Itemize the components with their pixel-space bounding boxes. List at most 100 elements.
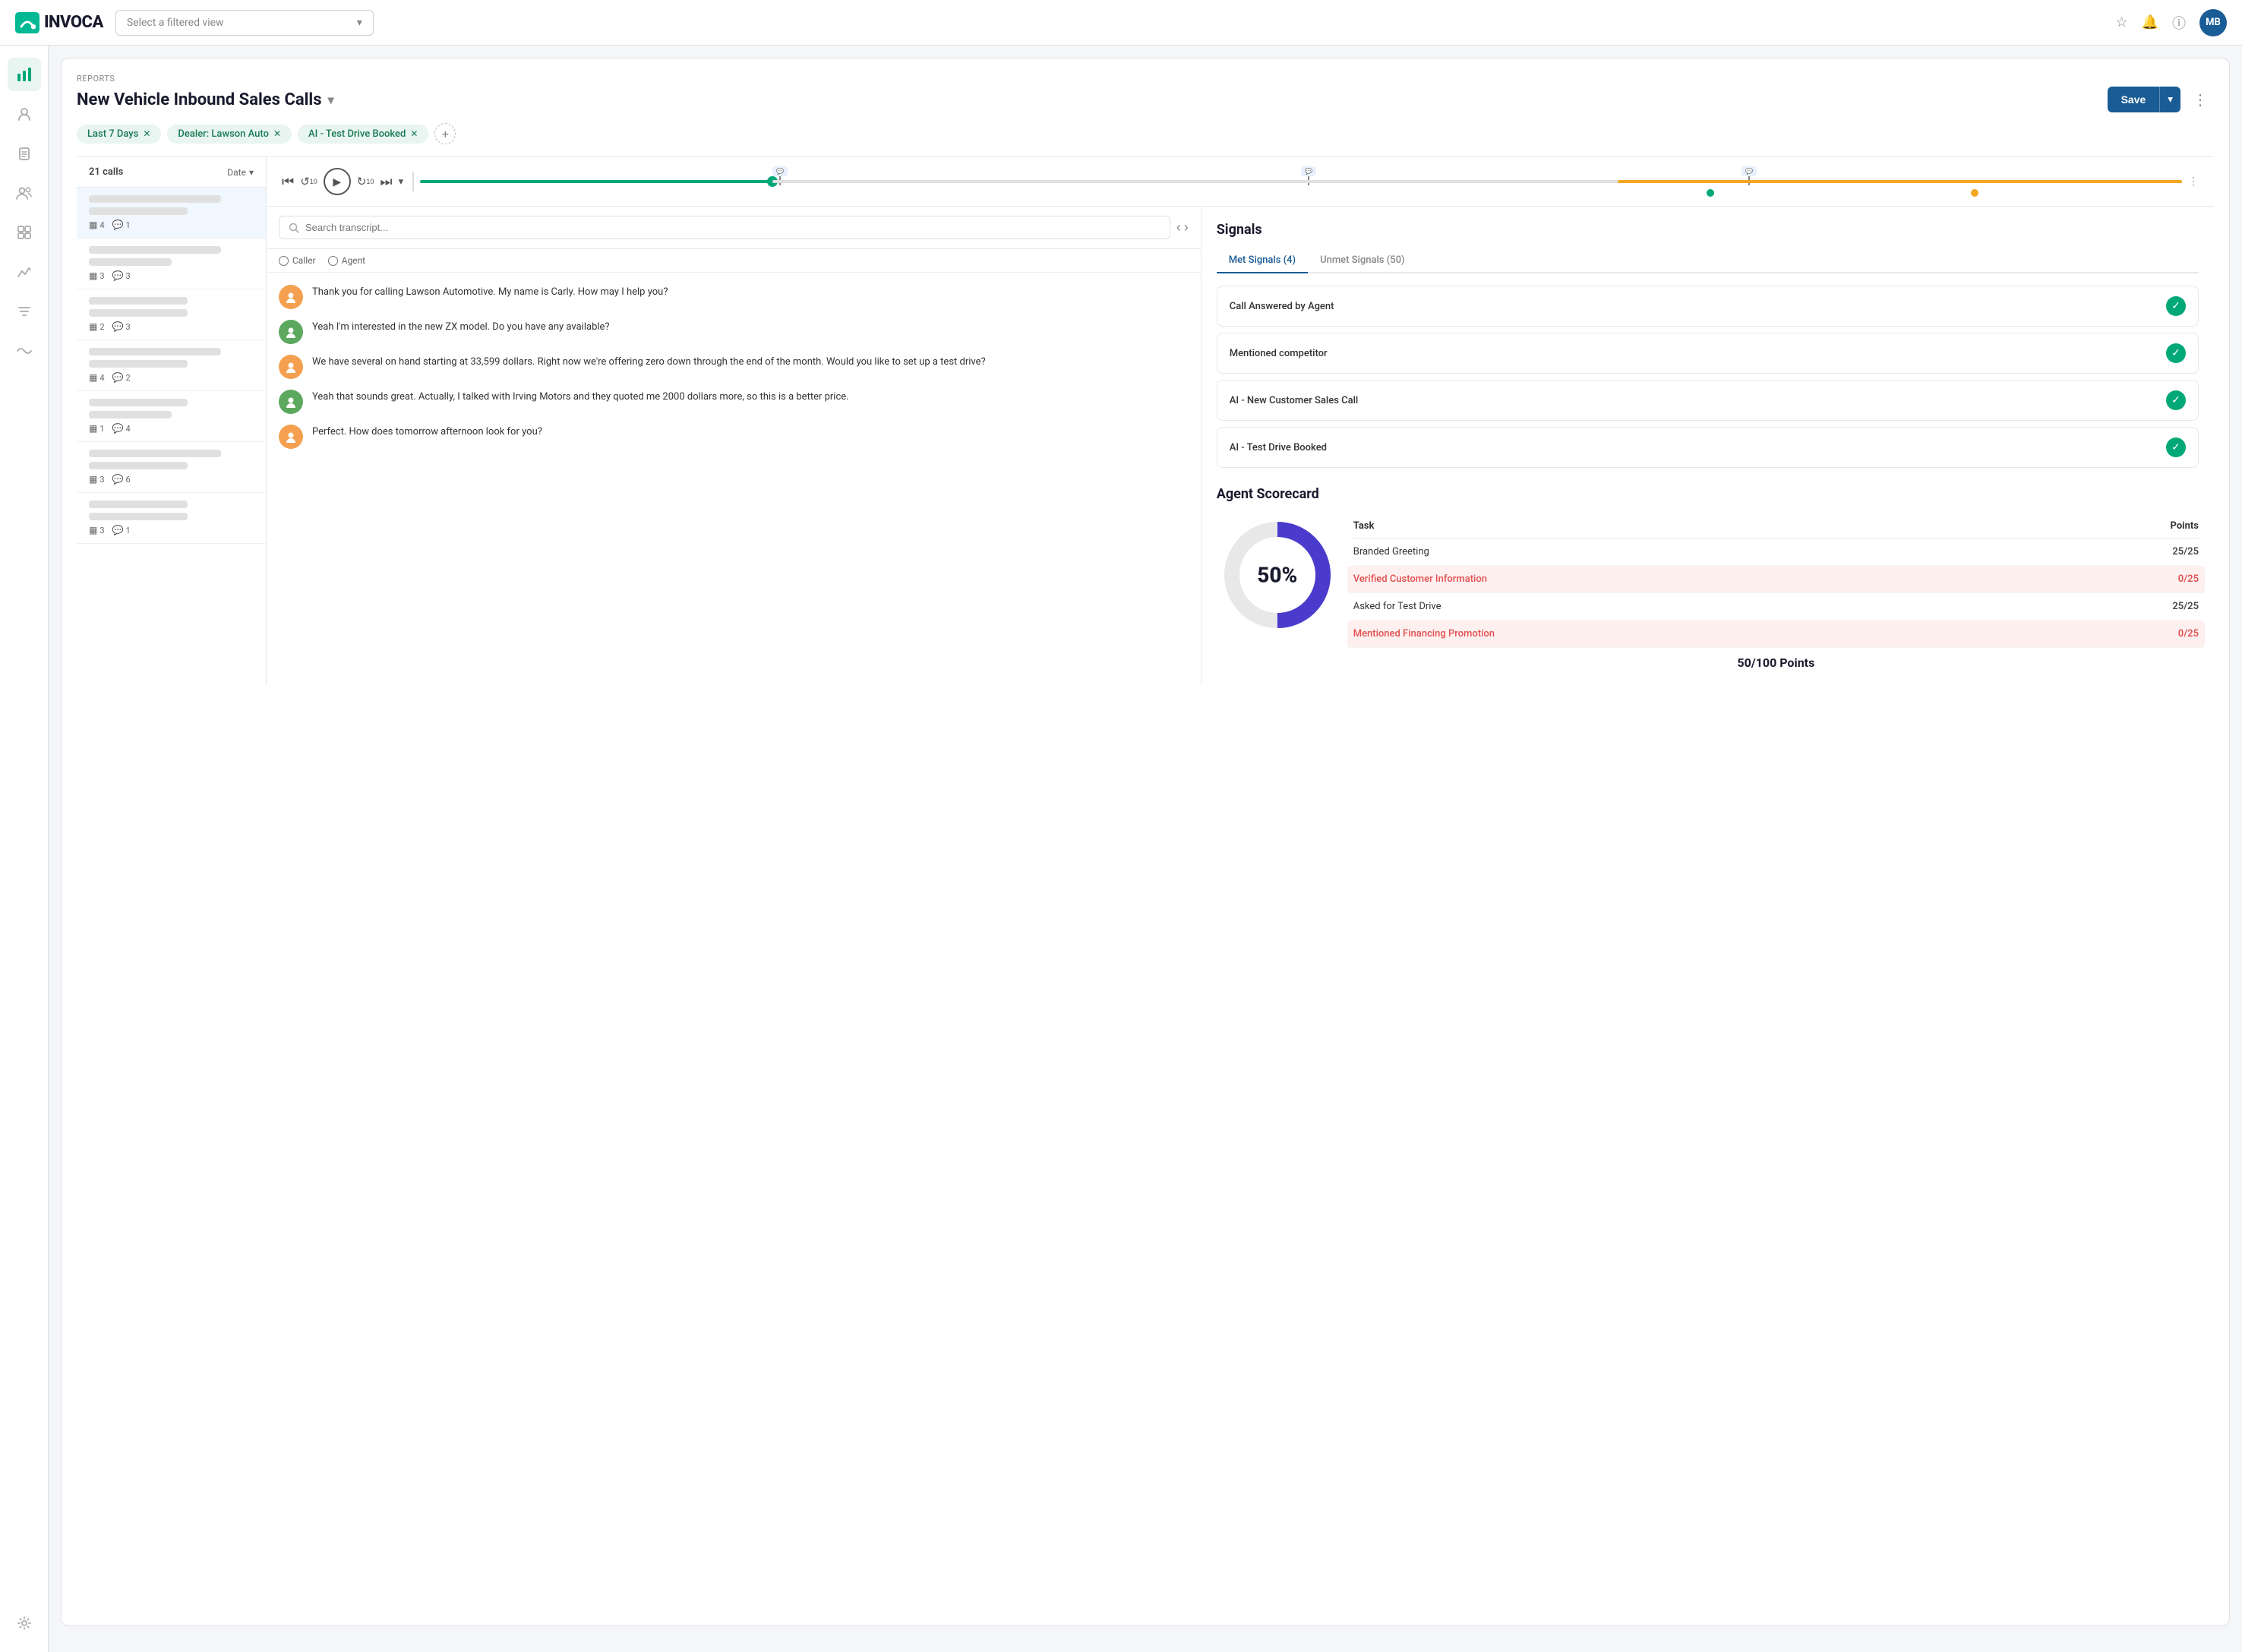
agent-radio-label[interactable]: Agent: [328, 255, 365, 266]
filtered-view-select[interactable]: Select a filtered view ▾: [115, 10, 374, 36]
scorecard-table: Task Points Branded Greeting 25/25: [1353, 514, 2199, 670]
message-text-1: Thank you for calling Lawson Automotive.…: [312, 285, 668, 300]
call-item[interactable]: ▦ 3 💬 1: [77, 493, 266, 544]
message-text-4: Yeah that sounds great. Actually, I talk…: [312, 390, 849, 405]
call-bar: [89, 360, 188, 368]
call-item[interactable]: ▦ 1 💬 4: [77, 391, 266, 442]
sidebar-item-analytics[interactable]: [8, 58, 41, 91]
star-icon[interactable]: ☆: [2115, 14, 2127, 30]
help-icon[interactable]: ⓘ: [2172, 13, 2186, 33]
meta-badge: ▦ 2: [89, 321, 105, 332]
call-item[interactable]: ▦ 4 💬 2: [77, 340, 266, 391]
caller-radio-label[interactable]: Caller: [279, 255, 316, 266]
rewind-10-button[interactable]: ↺10: [300, 175, 317, 188]
score-row-0: Branded Greeting 25/25: [1353, 539, 2199, 566]
save-dropdown-button[interactable]: ▾: [2159, 87, 2180, 112]
track-dot-orange: [1971, 189, 1978, 197]
agent-radio[interactable]: [328, 256, 338, 266]
call-meta: ▦ 4 💬 2: [89, 372, 254, 383]
date-sort[interactable]: Date ▾: [227, 167, 254, 178]
sidebar-item-grid[interactable]: [8, 216, 41, 249]
signal-item-0: Call Answered by Agent ✓: [1217, 286, 2199, 327]
filter-select-placeholder: Select a filtered view: [127, 17, 224, 29]
divider: [412, 172, 414, 191]
call-bar: [89, 501, 188, 508]
more-options-button[interactable]: ⋮: [2187, 87, 2214, 112]
message-text-3: We have several on hand starting at 33,5…: [312, 355, 986, 370]
signal-check-3: ✓: [2166, 437, 2186, 457]
waveform-orange-segment: [772, 180, 2182, 183]
call-item[interactable]: ▦ 3 💬 3: [77, 238, 266, 289]
messages-list: Thank you for calling Lawson Automotive.…: [267, 273, 1201, 685]
marker-bubble: 💬: [772, 166, 788, 176]
signal-check-2: ✓: [2166, 390, 2186, 410]
agent-avatar-2: [279, 355, 303, 379]
sidebar-item-chart[interactable]: [8, 255, 41, 289]
call-meta: ▦ 3 💬 6: [89, 474, 254, 485]
call-item[interactable]: ▦ 3 💬 6: [77, 442, 266, 493]
report-title: New Vehicle Inbound Sales Calls ▾: [77, 90, 334, 109]
app-logo[interactable]: INVOCA: [15, 12, 103, 33]
forward-10-button[interactable]: ↻10: [357, 175, 374, 188]
scorecard-title: Agent Scorecard: [1217, 486, 2199, 502]
tab-met-signals[interactable]: Met Signals (4): [1217, 248, 1308, 273]
filter-tag-0[interactable]: Last 7 Days ✕: [77, 125, 161, 144]
player-more-button[interactable]: ⋮: [2188, 175, 2199, 188]
filter-tag-2[interactable]: AI - Test Drive Booked ✕: [298, 125, 428, 144]
sidebar-item-filter[interactable]: [8, 295, 41, 328]
skip-forward-button[interactable]: ⏭: [380, 174, 392, 190]
call-meta: ▦ 2 💬 3: [89, 321, 254, 332]
filter-tag-1-close[interactable]: ✕: [273, 128, 281, 139]
tab-unmet-signals[interactable]: Unmet Signals (50): [1308, 248, 1416, 273]
sidebar-item-team[interactable]: [8, 176, 41, 210]
message-5: Perfect. How does tomorrow afternoon loo…: [279, 425, 1189, 449]
meta-badge: ▦ 3: [89, 525, 105, 535]
scorecard-donut-chart: 50%: [1217, 514, 1338, 636]
message-2: Yeah I'm interested in the new ZX model.…: [279, 320, 1189, 344]
call-meta: ▦ 1 💬 4: [89, 423, 254, 434]
sidebar-item-settings[interactable]: [8, 1606, 41, 1640]
meta-badge: 💬 3: [112, 270, 131, 281]
audio-player: ⏮ ↺10 ▶ ↻10 ⏭ ▾: [267, 157, 2214, 207]
sidebar-item-contacts[interactable]: [8, 97, 41, 131]
save-button[interactable]: Save: [2108, 87, 2160, 112]
sidebar-item-clipboard[interactable]: [8, 137, 41, 170]
user-avatar[interactable]: MB: [2199, 9, 2227, 36]
caller-radio[interactable]: [279, 256, 289, 266]
title-dropdown-icon[interactable]: ▾: [328, 93, 334, 107]
filter-tag-2-close[interactable]: ✕: [410, 128, 418, 139]
transcript-search-input[interactable]: [305, 222, 1160, 233]
prev-result-button[interactable]: ‹: [1176, 220, 1181, 235]
detail-split: ‹ › Caller: [267, 207, 2214, 685]
bell-icon[interactable]: 🔔: [2142, 14, 2158, 30]
call-bar: [89, 513, 188, 520]
call-bar: [89, 309, 188, 317]
call-item[interactable]: ▦ 2 💬 3: [77, 289, 266, 340]
play-button[interactable]: ▶: [324, 168, 351, 195]
search-input-wrap[interactable]: [279, 216, 1170, 239]
call-detail: ⏮ ↺10 ▶ ↻10 ⏭ ▾: [267, 157, 2214, 685]
message-4: Yeah that sounds great. Actually, I talk…: [279, 390, 1189, 414]
sort-chevron-icon: ▾: [249, 167, 254, 178]
signal-item-1: Mentioned competitor ✓: [1217, 333, 2199, 374]
caller-avatar-2: [279, 390, 303, 414]
add-filter-button[interactable]: +: [434, 123, 456, 144]
message-text-5: Perfect. How does tomorrow afternoon loo…: [312, 425, 542, 440]
transcript-search-bar: ‹ ›: [267, 207, 1201, 249]
score-table-header: Task Points: [1353, 514, 2199, 539]
filter-tag-0-close[interactable]: ✕: [143, 128, 150, 139]
speed-button[interactable]: ▾: [399, 175, 404, 188]
met-signals-list: Call Answered by Agent ✓ Mentioned compe…: [1217, 286, 2199, 468]
filter-tag-1[interactable]: Dealer: Lawson Auto ✕: [167, 125, 292, 144]
scorecard-total: 50/100 Points: [1353, 655, 2199, 670]
call-item[interactable]: ▦ 4 💬 1: [77, 188, 266, 238]
filter-tags: Last 7 Days ✕ Dealer: Lawson Auto ✕ AI -…: [77, 123, 2214, 144]
sidebar-item-integrations[interactable]: [8, 334, 41, 368]
skip-back-button[interactable]: ⏮: [282, 174, 294, 190]
next-result-button[interactable]: ›: [1184, 220, 1189, 235]
score-row-2: Asked for Test Drive 25/25: [1353, 593, 2199, 621]
save-button-group: Save ▾: [2108, 87, 2180, 112]
call-list: 21 calls Date ▾ ▦ 4 💬 1: [77, 157, 267, 685]
waveform[interactable]: 💬 💬 💬: [420, 166, 2182, 197]
call-bar-2: [89, 207, 188, 215]
